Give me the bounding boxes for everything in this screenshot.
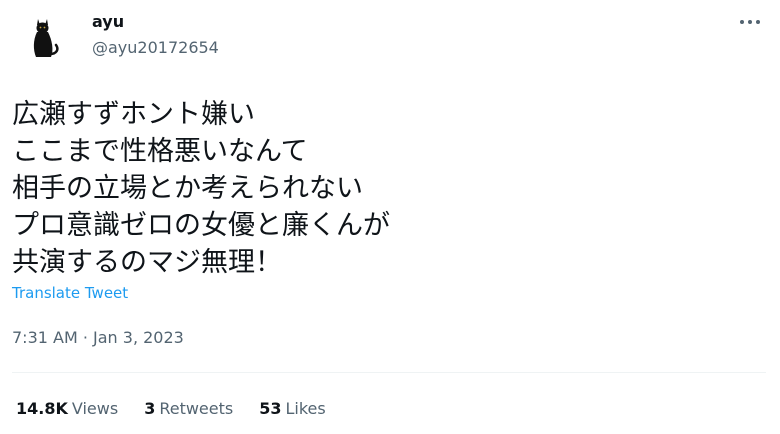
views-count: 14.8K bbox=[16, 399, 68, 418]
likes-label: Likes bbox=[285, 399, 326, 418]
avatar[interactable] bbox=[16, 10, 72, 66]
likes-stat[interactable]: 53 Likes bbox=[259, 398, 326, 420]
tweet-card: ayu @ayu20172654 広瀬すずホント嫌い ここまで性格悪いなんて 相… bbox=[0, 0, 780, 434]
tweet-stats: 14.8K Views 3 Retweets 53 Likes bbox=[16, 398, 326, 420]
user-handle[interactable]: @ayu20172654 bbox=[92, 38, 219, 58]
retweets-count: 3 bbox=[144, 399, 156, 418]
more-options-icon bbox=[740, 20, 760, 24]
tweet-text-line: 広瀬すずホント嫌い bbox=[12, 99, 255, 130]
display-name[interactable]: ayu bbox=[92, 12, 124, 32]
views-stat[interactable]: 14.8K Views bbox=[16, 398, 118, 420]
tweet-text-line: 共演するのマジ無理！ bbox=[12, 247, 282, 278]
more-options-button[interactable] bbox=[736, 12, 764, 32]
divider bbox=[12, 372, 766, 373]
tweet-text-line: ここまで性格悪いなんて bbox=[12, 136, 308, 167]
likes-count: 53 bbox=[259, 399, 282, 418]
black-cat-icon bbox=[16, 10, 72, 66]
tweet-text-line: プロ意識ゼロの女優と廉くんが bbox=[12, 210, 390, 241]
views-label: Views bbox=[71, 399, 119, 418]
retweets-stat[interactable]: 3 Retweets bbox=[144, 398, 233, 420]
retweets-label: Retweets bbox=[159, 399, 234, 418]
tweet-timestamp[interactable]: 7:31 AM · Jan 3, 2023 bbox=[12, 327, 184, 349]
tweet-text: 広瀬すずホント嫌い ここまで性格悪いなんて 相手の立場とか考えられない プロ意識… bbox=[12, 96, 752, 281]
tweet-text-line: 相手の立場とか考えられない bbox=[12, 173, 363, 204]
translate-tweet-link[interactable]: Translate Tweet bbox=[12, 283, 128, 303]
